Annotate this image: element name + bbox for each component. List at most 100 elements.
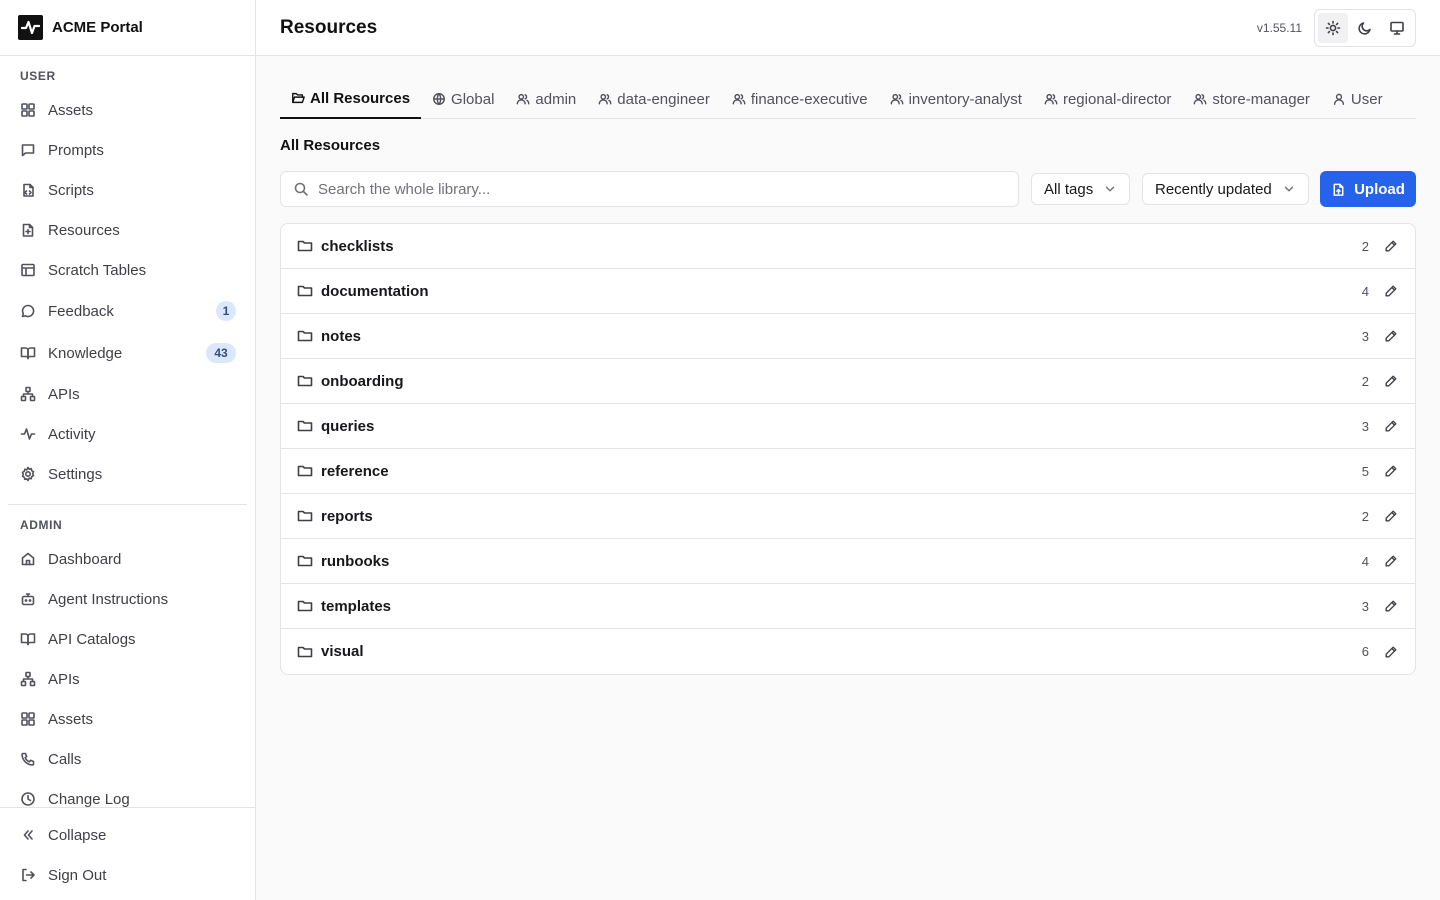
folder-name: documentation	[321, 282, 429, 300]
sign-out-label: Sign Out	[48, 866, 107, 884]
system-theme-button[interactable]	[1382, 13, 1412, 43]
tab-label: store-manager	[1212, 90, 1310, 108]
network-icon	[20, 671, 36, 687]
users-icon	[1193, 92, 1207, 106]
sidebar-item-admin-apis[interactable]: APIs	[8, 661, 248, 697]
collapse-label: Collapse	[48, 826, 107, 844]
sidebar-item-agent-instructions[interactable]: Agent Instructions	[8, 581, 248, 617]
resource-tabs: All Resources Global admin data-engineer…	[280, 80, 1416, 119]
sidebar-item-label: Agent Instructions	[48, 590, 169, 608]
folder-icon	[297, 238, 313, 254]
pencil-icon	[1384, 464, 1398, 478]
sign-out-button[interactable]: Sign Out	[8, 857, 248, 893]
folder-row[interactable]: reports 2	[281, 494, 1415, 539]
folder-count: 2	[1361, 508, 1369, 524]
sidebar-item-activity[interactable]: Activity	[8, 416, 248, 452]
edit-button[interactable]	[1377, 502, 1405, 530]
edit-button[interactable]	[1377, 322, 1405, 350]
tab-finance-executive[interactable]: finance-executive	[721, 80, 879, 118]
folder-row[interactable]: visual 6	[281, 629, 1415, 674]
sidebar-item-scratch-tables[interactable]: Scratch Tables	[8, 252, 248, 288]
sidebar-item-admin-assets[interactable]: Assets	[8, 701, 248, 737]
folder-row[interactable]: templates 3	[281, 584, 1415, 629]
sidebar-item-prompts[interactable]: Prompts	[8, 132, 248, 168]
edit-button[interactable]	[1377, 232, 1405, 260]
edit-button[interactable]	[1377, 457, 1405, 485]
file-code-icon	[20, 182, 36, 198]
tab-global[interactable]: Global	[421, 80, 505, 118]
globe-icon	[432, 92, 446, 106]
edit-button[interactable]	[1377, 412, 1405, 440]
sidebar-item-label: APIs	[48, 670, 80, 688]
folder-count: 3	[1361, 328, 1369, 344]
edit-button[interactable]	[1377, 638, 1405, 666]
tags-filter-dropdown[interactable]: All tags	[1031, 173, 1131, 205]
sidebar-item-calls[interactable]: Calls	[8, 741, 248, 777]
folder-row[interactable]: queries 3	[281, 404, 1415, 449]
tab-label: finance-executive	[750, 90, 868, 108]
folder-row[interactable]: onboarding 2	[281, 359, 1415, 404]
folder-icon	[297, 553, 313, 569]
light-theme-button[interactable]	[1318, 12, 1348, 43]
tab-label: User	[1350, 90, 1383, 108]
folder-icon	[297, 328, 313, 344]
folder-icon	[297, 373, 313, 389]
upload-button[interactable]: Upload	[1320, 171, 1416, 207]
log-out-icon	[20, 867, 36, 883]
tab-regional-director[interactable]: regional-director	[1033, 80, 1182, 118]
tab-label: admin	[535, 90, 577, 108]
edit-button[interactable]	[1377, 367, 1405, 395]
sidebar-item-feedback[interactable]: Feedback 1	[8, 293, 248, 329]
tab-inventory-analyst[interactable]: inventory-analyst	[879, 80, 1033, 118]
upload-label: Upload	[1354, 180, 1405, 198]
sidebar-item-apis[interactable]: APIs	[8, 376, 248, 412]
dark-theme-button[interactable]	[1350, 13, 1380, 43]
folder-name: reports	[321, 507, 373, 525]
table-icon	[20, 262, 36, 278]
folder-row[interactable]: reference 5	[281, 449, 1415, 494]
sidebar-item-knowledge[interactable]: Knowledge 43	[8, 335, 248, 371]
sidebar-item-label: Prompts	[48, 141, 104, 159]
sidebar-item-assets[interactable]: Assets	[8, 92, 248, 128]
sort-dropdown[interactable]: Recently updated	[1142, 173, 1309, 205]
folder-row[interactable]: checklists 2	[281, 224, 1415, 269]
tab-admin[interactable]: admin	[505, 80, 587, 118]
sidebar-item-label: APIs	[48, 385, 80, 403]
tab-user[interactable]: User	[1321, 80, 1394, 118]
sidebar-item-label: Settings	[48, 465, 103, 483]
file-plus-icon	[20, 222, 36, 238]
sidebar-item-label: Dashboard	[48, 550, 122, 568]
edit-button[interactable]	[1377, 592, 1405, 620]
book-open-icon	[20, 345, 36, 361]
file-upload-icon	[1331, 182, 1346, 197]
users-icon	[516, 92, 530, 106]
folder-icon	[297, 644, 313, 660]
folder-row[interactable]: documentation 4	[281, 269, 1415, 314]
folder-row[interactable]: runbooks 4	[281, 539, 1415, 584]
sidebar-divider	[8, 504, 247, 505]
search-input[interactable]	[318, 180, 1006, 198]
users-icon	[890, 92, 904, 106]
sidebar-item-scripts[interactable]: Scripts	[8, 172, 248, 208]
sidebar-item-resources[interactable]: Resources	[8, 212, 248, 248]
sidebar-item-settings[interactable]: Settings	[8, 456, 248, 492]
sort-value: Recently updated	[1155, 180, 1272, 198]
sidebar-item-dashboard[interactable]: Dashboard	[8, 541, 248, 577]
tab-data-engineer[interactable]: data-engineer	[587, 80, 721, 118]
sidebar-item-api-catalogs[interactable]: API Catalogs	[8, 621, 248, 657]
monitor-icon	[1389, 20, 1405, 36]
chevron-down-icon	[1103, 182, 1117, 196]
tab-all-resources[interactable]: All Resources	[280, 80, 422, 119]
message-circle-icon	[20, 303, 36, 319]
edit-button[interactable]	[1377, 277, 1405, 305]
folder-list: checklists 2 documentation 4 notes 3 onb…	[280, 223, 1416, 675]
folder-name: onboarding	[321, 372, 404, 390]
collapse-button[interactable]: Collapse	[8, 817, 248, 853]
sidebar-item-label: Scripts	[48, 181, 94, 199]
folder-count: 3	[1361, 418, 1369, 434]
folder-row[interactable]: notes 3	[281, 314, 1415, 359]
chevron-down-icon	[1282, 182, 1296, 196]
brand[interactable]: ACME Portal	[0, 0, 255, 56]
edit-button[interactable]	[1377, 547, 1405, 575]
tab-store-manager[interactable]: store-manager	[1182, 80, 1321, 118]
